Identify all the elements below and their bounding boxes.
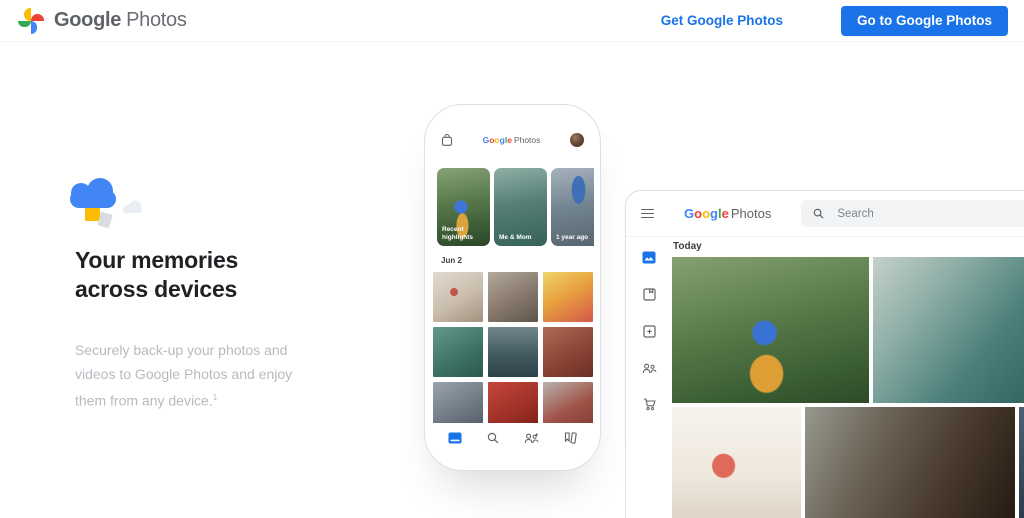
- hero-description: Securely back-up your photos and videos …: [75, 339, 299, 413]
- desktop-photo-area: Today: [672, 237, 1024, 518]
- photo-row: [672, 257, 1024, 403]
- phone-screen: Google Photos Recent highlights Me & Mom …: [431, 111, 594, 464]
- desktop-sidebar: [626, 237, 672, 518]
- library-tab-icon[interactable]: [564, 432, 577, 444]
- photo-row: [672, 407, 1024, 518]
- photo-tile[interactable]: [543, 272, 593, 322]
- logo-letter: e: [507, 135, 512, 145]
- pinwheel-petal-blue: [30, 20, 37, 34]
- albums-icon[interactable]: [642, 288, 656, 301]
- get-google-photos-link[interactable]: Get Google Photos: [661, 13, 783, 28]
- search-icon: [814, 208, 824, 219]
- photo-forest-shoulders[interactable]: [672, 257, 869, 403]
- memories-carousel: Recent highlights Me & Mom 1 year ago: [437, 168, 594, 246]
- photo-couch-laughing[interactable]: [873, 257, 1024, 403]
- photo-kids-kitchen-floor[interactable]: [805, 407, 1015, 518]
- photo-tile[interactable]: [488, 382, 538, 423]
- photo-tile[interactable]: [488, 272, 538, 322]
- photo-tile[interactable]: [433, 327, 483, 377]
- logo-letter: o: [694, 206, 703, 221]
- illustration-blue-cloud: [70, 178, 116, 208]
- brand-wordmark: Google Photos: [54, 9, 187, 32]
- logo-letter: g: [710, 206, 718, 221]
- date-header: Jun 2: [441, 256, 462, 265]
- logo-photos-text: Photos: [730, 206, 772, 221]
- hero-description-text: Securely back-up your photos and videos …: [75, 342, 293, 409]
- photo-tile[interactable]: [543, 327, 593, 377]
- phone-app-topbar: Google Photos: [431, 132, 594, 148]
- pinwheel-petal-green: [17, 20, 31, 27]
- photo-ocean-cliff[interactable]: [1019, 407, 1024, 518]
- photos-icon[interactable]: [642, 251, 656, 264]
- desktop-app-logo: Google Photos: [684, 206, 771, 221]
- photo-tile[interactable]: [488, 327, 538, 377]
- memory-card-label: Me & Mom: [499, 234, 532, 241]
- logo-letter: e: [721, 206, 729, 221]
- print-store-icon[interactable]: [643, 398, 656, 411]
- go-to-google-photos-button[interactable]: Go to Google Photos: [841, 5, 1008, 36]
- phone-photo-grid: [433, 272, 594, 423]
- logo-letter: o: [702, 206, 711, 221]
- phone-bottom-nav: [431, 425, 594, 464]
- illustration-pale-cloud: [123, 200, 142, 214]
- header-actions: Get Google Photos Go to Google Photos: [661, 5, 1008, 36]
- phone-app-logo: Google Photos: [453, 135, 570, 145]
- brand-photos-text: Photos: [126, 9, 187, 31]
- pinwheel-petal-red: [30, 14, 44, 21]
- logo-photos-text: Photos: [513, 135, 541, 145]
- desktop-app-body: Today: [626, 237, 1024, 518]
- search-input[interactable]: Search: [801, 200, 1024, 227]
- section-label: Today: [673, 241, 702, 252]
- pinwheel-petal-yellow: [24, 7, 31, 21]
- phone-mockup: Google Photos Recent highlights Me & Mom …: [424, 104, 601, 471]
- photo-tile[interactable]: [433, 272, 483, 322]
- sharing-tab-icon[interactable]: [524, 432, 539, 444]
- search-placeholder: Search: [837, 207, 874, 220]
- cloud-backup-illustration: [70, 178, 142, 229]
- desktop-mockup: Google Photos Search Today: [625, 190, 1024, 518]
- photos-tab-icon[interactable]: [448, 432, 462, 444]
- memory-card-recent-highlights[interactable]: Recent highlights: [437, 168, 490, 246]
- for-you-icon[interactable]: [642, 325, 656, 338]
- shopping-bag-icon[interactable]: [441, 133, 453, 147]
- memory-card-me-and-mom[interactable]: Me & Mom: [494, 168, 547, 246]
- menu-icon[interactable]: [641, 208, 654, 219]
- footnote-marker: 1: [212, 393, 218, 402]
- photo-mother-child-room[interactable]: [672, 407, 801, 518]
- top-navigation-bar: Google Photos Get Google Photos Go to Goo…: [0, 0, 1024, 42]
- memory-card-label: 1 year ago: [556, 234, 589, 241]
- sharing-icon[interactable]: [642, 362, 657, 374]
- account-avatar[interactable]: [570, 133, 584, 147]
- search-tab-icon[interactable]: [487, 432, 499, 444]
- google-photos-logo[interactable]: Google Photos: [16, 6, 187, 35]
- brand-google-text: Google: [54, 9, 122, 31]
- photo-tile[interactable]: [433, 382, 483, 423]
- memory-card-1-year-ago[interactable]: 1 year ago: [551, 168, 594, 246]
- photos-pinwheel-icon: [16, 6, 45, 35]
- memory-card-label: Recent highlights: [442, 226, 474, 241]
- desktop-app-topbar: Google Photos Search: [626, 191, 1024, 237]
- page-title: Your memories across devices: [75, 247, 239, 302]
- google-photos-landing-page: Google Photos Get Google Photos Go to Goo…: [0, 0, 1024, 518]
- logo-letter: G: [684, 206, 695, 221]
- photo-tile[interactable]: [543, 382, 593, 423]
